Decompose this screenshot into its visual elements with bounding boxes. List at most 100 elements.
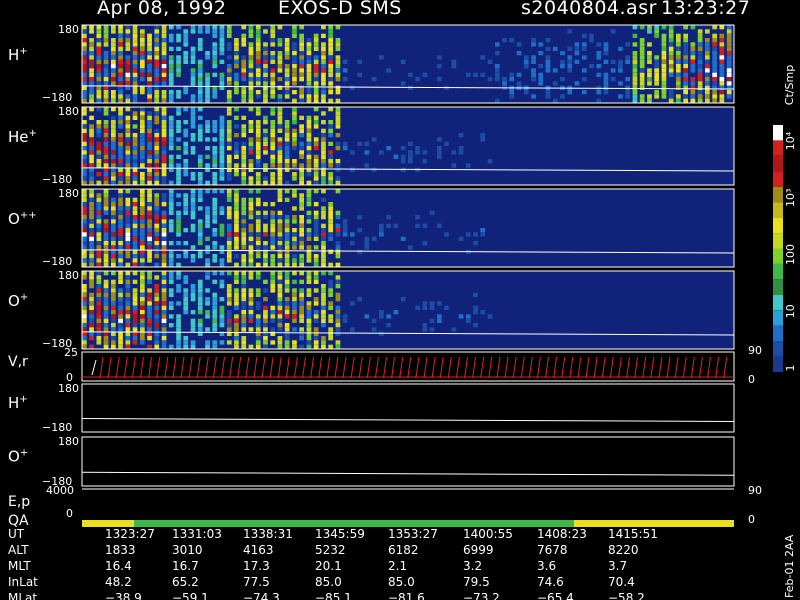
cell xyxy=(255,172,261,177)
cell xyxy=(328,271,333,276)
cell xyxy=(712,72,717,77)
cell xyxy=(277,215,283,220)
cell xyxy=(168,98,174,103)
cell xyxy=(96,236,102,241)
cell xyxy=(89,72,94,77)
cell xyxy=(140,120,145,125)
cell xyxy=(690,94,696,99)
cell xyxy=(132,262,138,267)
vr-sweep xyxy=(131,356,136,379)
cell xyxy=(89,258,94,263)
table-cell: 85.0 xyxy=(315,575,342,589)
cell xyxy=(118,262,123,267)
cell xyxy=(255,232,261,237)
cell xyxy=(212,124,218,129)
cell xyxy=(161,284,167,289)
cell xyxy=(154,327,160,332)
cell xyxy=(118,146,123,151)
cell xyxy=(350,167,355,172)
cell xyxy=(212,46,218,51)
cell xyxy=(96,154,102,159)
qa-bar-yellow xyxy=(574,520,734,527)
cell xyxy=(176,241,181,246)
cell xyxy=(560,51,565,56)
cell xyxy=(277,98,283,103)
cell xyxy=(212,219,218,224)
cell xyxy=(147,310,152,315)
cell xyxy=(284,301,290,306)
cell xyxy=(147,206,152,211)
cell xyxy=(350,85,355,90)
cell xyxy=(248,176,254,181)
cell xyxy=(480,55,486,60)
cell xyxy=(82,150,87,155)
cell xyxy=(400,59,406,64)
cell xyxy=(299,262,304,267)
cell xyxy=(183,33,189,38)
cell xyxy=(132,55,138,60)
cell xyxy=(284,305,290,310)
vr-sweep xyxy=(366,356,371,379)
cell xyxy=(103,210,109,215)
cell xyxy=(676,59,681,64)
cell xyxy=(647,55,652,60)
cell xyxy=(277,327,283,332)
cell xyxy=(154,318,160,323)
cell xyxy=(292,111,297,116)
cell xyxy=(103,81,109,86)
cell xyxy=(292,64,297,69)
cell xyxy=(82,111,87,116)
cell xyxy=(277,241,283,246)
cell xyxy=(140,215,145,220)
cell xyxy=(197,72,203,77)
cell xyxy=(292,51,297,56)
cell xyxy=(147,150,152,155)
cell xyxy=(335,72,341,77)
cell xyxy=(270,180,276,185)
cell xyxy=(212,241,218,246)
cell xyxy=(111,284,116,289)
cell xyxy=(234,115,239,120)
cell xyxy=(190,72,196,77)
cell xyxy=(726,77,732,82)
cell xyxy=(168,163,174,168)
cell xyxy=(132,254,138,259)
cell xyxy=(371,318,377,323)
cell xyxy=(596,98,602,103)
cell xyxy=(161,279,167,284)
cell xyxy=(639,55,645,60)
cell xyxy=(284,81,290,86)
cell xyxy=(639,81,645,86)
spectrogram-panel-3 xyxy=(81,188,735,268)
cell xyxy=(132,236,138,241)
cell xyxy=(226,241,232,246)
cell xyxy=(705,38,710,43)
cell xyxy=(147,327,152,332)
cell xyxy=(712,94,717,99)
cell xyxy=(89,141,94,146)
vr-sweep xyxy=(601,356,606,379)
cell xyxy=(197,107,203,112)
cell xyxy=(306,197,312,202)
cell xyxy=(96,241,102,246)
cell xyxy=(111,236,116,241)
cell xyxy=(697,42,703,47)
cell xyxy=(176,202,181,207)
cell xyxy=(321,271,326,276)
cell xyxy=(328,202,333,207)
cell xyxy=(299,94,304,99)
cell xyxy=(313,167,319,172)
cell xyxy=(118,154,123,159)
cell xyxy=(726,94,732,99)
cell xyxy=(255,241,261,246)
cell xyxy=(241,254,247,259)
cell xyxy=(118,33,123,38)
cell xyxy=(183,241,189,246)
cell xyxy=(190,111,196,116)
cell xyxy=(212,323,218,328)
cell xyxy=(263,115,268,120)
cell xyxy=(632,77,638,82)
cell xyxy=(111,176,116,181)
cell xyxy=(234,163,239,168)
cell xyxy=(284,228,290,233)
